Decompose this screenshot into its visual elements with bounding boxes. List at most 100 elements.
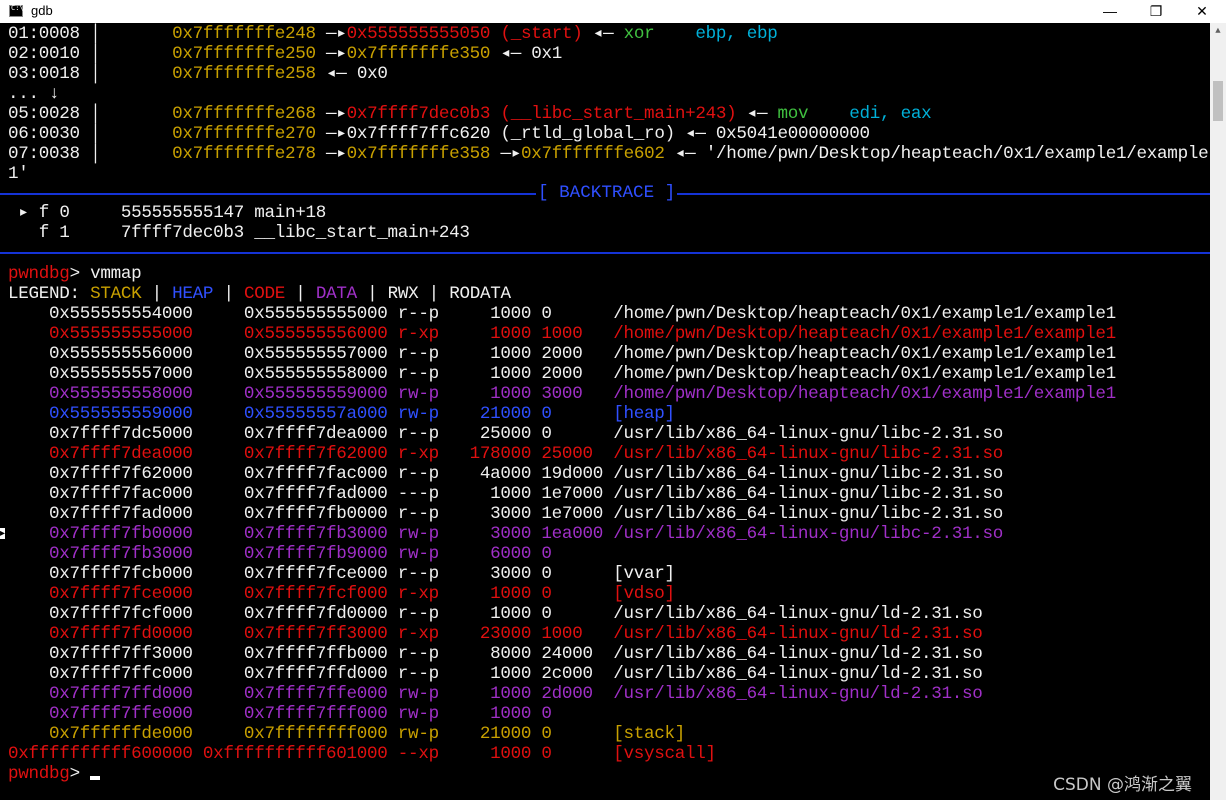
window-title: gdb [31,3,53,18]
vmmap-row-segment: 0x7ffff7ffe000 0x7ffff7fff000 rw-p 1000 … [8,704,552,724]
vmmap-row: 0x7ffff7ff3000 0x7ffff7ffb000 r--p 8000 … [8,644,983,664]
terminal-output[interactable]: [ BACKTRACE ] CSDN @鸿渐之翼 01:0008 │ 0x7ff… [0,23,1210,800]
stack-line-segment: ◂— [582,24,624,44]
vmmap-legend-segment: | [285,284,316,304]
vmmap-row-segment: 0x7ffff7ffd000 0x7ffff7ffe000 rw-p 1000 … [8,684,983,704]
stack-line-segment: 0x7fffffffe358 [346,144,501,164]
vmmap-row: 0x7ffff7dea000 0x7ffff7f62000 r-xp 17800… [8,444,1003,464]
console-icon [9,4,24,17]
vmmap-row-segment: 0x555555557000 0x555555558000 r--p 1000 … [8,364,1116,384]
vmmap-row-segment: 0x7ffff7dc5000 0x7ffff7dea000 r--p 25000… [8,424,1004,444]
vmmap-legend-segment: | [141,284,173,304]
close-button[interactable]: ✕ [1179,0,1225,23]
stack-line-segment: ... ↓ [8,84,60,104]
vmmap-row-segment: 0x555555554000 0x555555555000 r--p 1000 … [8,304,1116,324]
vmmap-row-segment: 0x7ffff7fcb000 0x7ffff7fce000 r--p 3000 … [8,564,675,584]
stack-line: 03:0018 │ 0x7fffffffe258 ◂— 0x0 [8,64,388,84]
vmmap-row-segment: 0xffffffffff600000 0xffffffffff601000 --… [8,744,716,764]
command-line-segment: pwndbg [8,264,70,284]
stack-line: 06:0030 │ 0x7fffffffe270 —▸0x7ffff7ffc62… [8,124,870,144]
stack-line: 07:0038 │ 0x7fffffffe278 —▸0x7fffffffe35… [8,144,1209,164]
stack-line-segment: —▸ [326,144,347,164]
stack-line-segment: 05:0028 │ [8,104,173,124]
vmmap-legend-segment: STACK [90,284,142,304]
vmmap-legend-segment: HEAP [172,284,214,304]
vmmap-legend-segment: LEGEND: [8,284,91,304]
vmmap-row: 0x7ffff7fb0000 0x7ffff7fb3000 rw-p 3000 … [8,524,1003,544]
vmmap-legend: LEGEND: STACK | HEAP | CODE | DATA | RWX… [8,284,511,304]
vmmap-legend-segment: | RODATA [418,284,511,304]
backtrace-frame-segment: f 1 7ffff7dec0b3 __libc_start_main+243 [8,223,470,243]
stack-line-segment: 0x7fffffffe270 [172,124,327,144]
stack-line-segment: 1' [8,164,29,184]
stack-line-segment: —▸ [326,44,347,64]
vmmap-row-segment: 0x555555559000 0x55555557a000 rw-p 21000… [8,404,675,424]
vmmap-row-segment: 0x555555558000 0x555555559000 rw-p 1000 … [8,384,1116,404]
vmmap-row: 0x7ffff7dc5000 0x7ffff7dea000 r--p 25000… [8,424,1003,444]
stack-line-segment: —▸ [326,104,347,124]
vmmap-row-segment: 0x7ffff7fce000 0x7ffff7fcf000 r-xp 1000 … [8,584,675,604]
vmmap-row-segment: 0x555555556000 0x555555557000 r--p 1000 … [8,344,1116,364]
vmmap-row-segment: 0x7ffff7fcf000 0x7ffff7fd0000 r--p 1000 … [8,604,983,624]
stack-line: 01:0008 │ 0x7fffffffe248 —▸0x55555555505… [8,24,778,44]
stack-line-segment: —▸ [326,124,347,144]
stack-line-segment: 01:0008 │ [8,24,173,44]
stack-line: ... ↓ [8,84,60,104]
vmmap-row-segment: 0x7ffff7dea000 0x7ffff7f62000 r-xp 17800… [8,444,1004,464]
minimize-button[interactable]: — [1087,0,1133,23]
command-line: pwndbg> vmmap [8,264,142,284]
stack-line-segment: 06:0030 │ [8,124,173,144]
stack-line-segment: mov [777,104,850,124]
vmmap-row: 0x7ffff7fad000 0x7ffff7fb0000 r--p 3000 … [8,504,1003,524]
text-cursor [90,776,101,780]
stack-line-segment: 0x7fffffffe250 [172,44,327,64]
vmmap-row: 0x555555555000 0x555555556000 r-xp 1000 … [8,324,1116,344]
vmmap-row: 0x7ffff7fac000 0x7ffff7fad000 ---p 1000 … [8,484,1003,504]
shell-prompt: pwndbg> [8,764,101,784]
vmmap-row: 0x7ffff7f62000 0x7ffff7fac000 r--p 4a000… [8,464,1003,484]
vmmap-row: 0x555555557000 0x555555558000 r--p 1000 … [8,364,1116,384]
vmmap-row-segment: 0x7ffffffde000 0x7ffffffff000 rw-p 21000… [8,724,686,744]
stack-line-segment: ◂— 0x1 [500,44,563,64]
stack-line-segment: 0x7fffffffe350 [346,44,501,64]
vmmap-row-segment: 0x555555555000 0x555555556000 r-xp 1000 … [8,324,1116,344]
vmmap-row-segment: 0x7ffff7ff3000 0x7ffff7ffb000 r--p 8000 … [8,644,983,664]
stack-line-segment: 02:0010 │ [8,44,173,64]
stack-line-segment: 0x7ffff7dec0b3 (__libc_start_main+243) [346,104,737,124]
maximize-button[interactable]: ❐ [1133,0,1179,23]
bottom-separator [0,252,1210,254]
vmmap-row: 0x555555554000 0x555555555000 r--p 1000 … [8,304,1116,324]
vmmap-legend-segment: | [356,284,388,304]
scroll-thumb[interactable] [1213,81,1223,121]
shell-prompt-segment: > [69,764,91,784]
backtrace-header: [ BACKTRACE ] [536,183,678,203]
stack-line-segment: 0x7fffffffe268 [172,104,327,124]
command-line-segment: > vmmap [69,264,142,284]
stack-line-segment: ◂— 0x5041e00000000 [674,124,870,144]
scroll-up-arrow-icon[interactable]: ▲ [1210,23,1226,40]
vmmap-row: 0x7ffff7ffe000 0x7ffff7fff000 rw-p 1000 … [8,704,552,724]
vmmap-row-segment: 0x7ffff7fb0000 0x7ffff7fb3000 rw-p 3000 … [8,524,1004,544]
vmmap-row: 0x555555556000 0x555555557000 r--p 1000 … [8,344,1116,364]
stack-line-segment: 0x7ffff7ffc620 (_rtld_global_ro) [346,124,676,144]
vmmap-row: 0x7ffffffde000 0x7ffffffff000 rw-p 21000… [8,724,685,744]
stack-line-segment: ebp, ebp [695,24,778,44]
vmmap-row-segment: 0x7ffff7fb3000 0x7ffff7fb9000 rw-p 6000 … [8,544,552,564]
vmmap-row: 0x7ffff7fcf000 0x7ffff7fd0000 r--p 1000 … [8,604,983,624]
stack-line: 02:0010 │ 0x7fffffffe250 —▸0x7fffffffe35… [8,44,562,64]
vmmap-row-segment: 0x7ffff7f62000 0x7ffff7fac000 r--p 4a000… [8,464,1004,484]
stack-line-segment: 03:0018 │ [8,64,173,84]
shell-prompt-segment: pwndbg [8,764,70,784]
stack-line-segment: 0x7fffffffe258 [172,64,327,84]
stack-line-segment: 0x7fffffffe248 [172,24,327,44]
stack-line-segment: ◂— 0x0 [326,64,388,84]
title-bar: gdb — ❐ ✕ [0,0,1226,23]
vertical-scrollbar[interactable]: ▲ [1210,23,1226,800]
vmmap-row-segment: 0x7ffff7fac000 0x7ffff7fad000 ---p 1000 … [8,484,1004,504]
vmmap-row-segment: 0x7ffff7fd0000 0x7ffff7ff3000 r-xp 23000… [8,624,983,644]
vmmap-row: 0xffffffffff600000 0xffffffffff601000 --… [8,744,716,764]
vmmap-row: 0x7ffff7fd0000 0x7ffff7ff3000 r-xp 23000… [8,624,983,644]
backtrace-frame-segment: ▸ f 0 555555555147 main+18 [8,203,327,223]
stack-line-segment: —▸ [500,144,522,164]
backtrace-frame: ▸ f 0 555555555147 main+18 [8,203,326,223]
